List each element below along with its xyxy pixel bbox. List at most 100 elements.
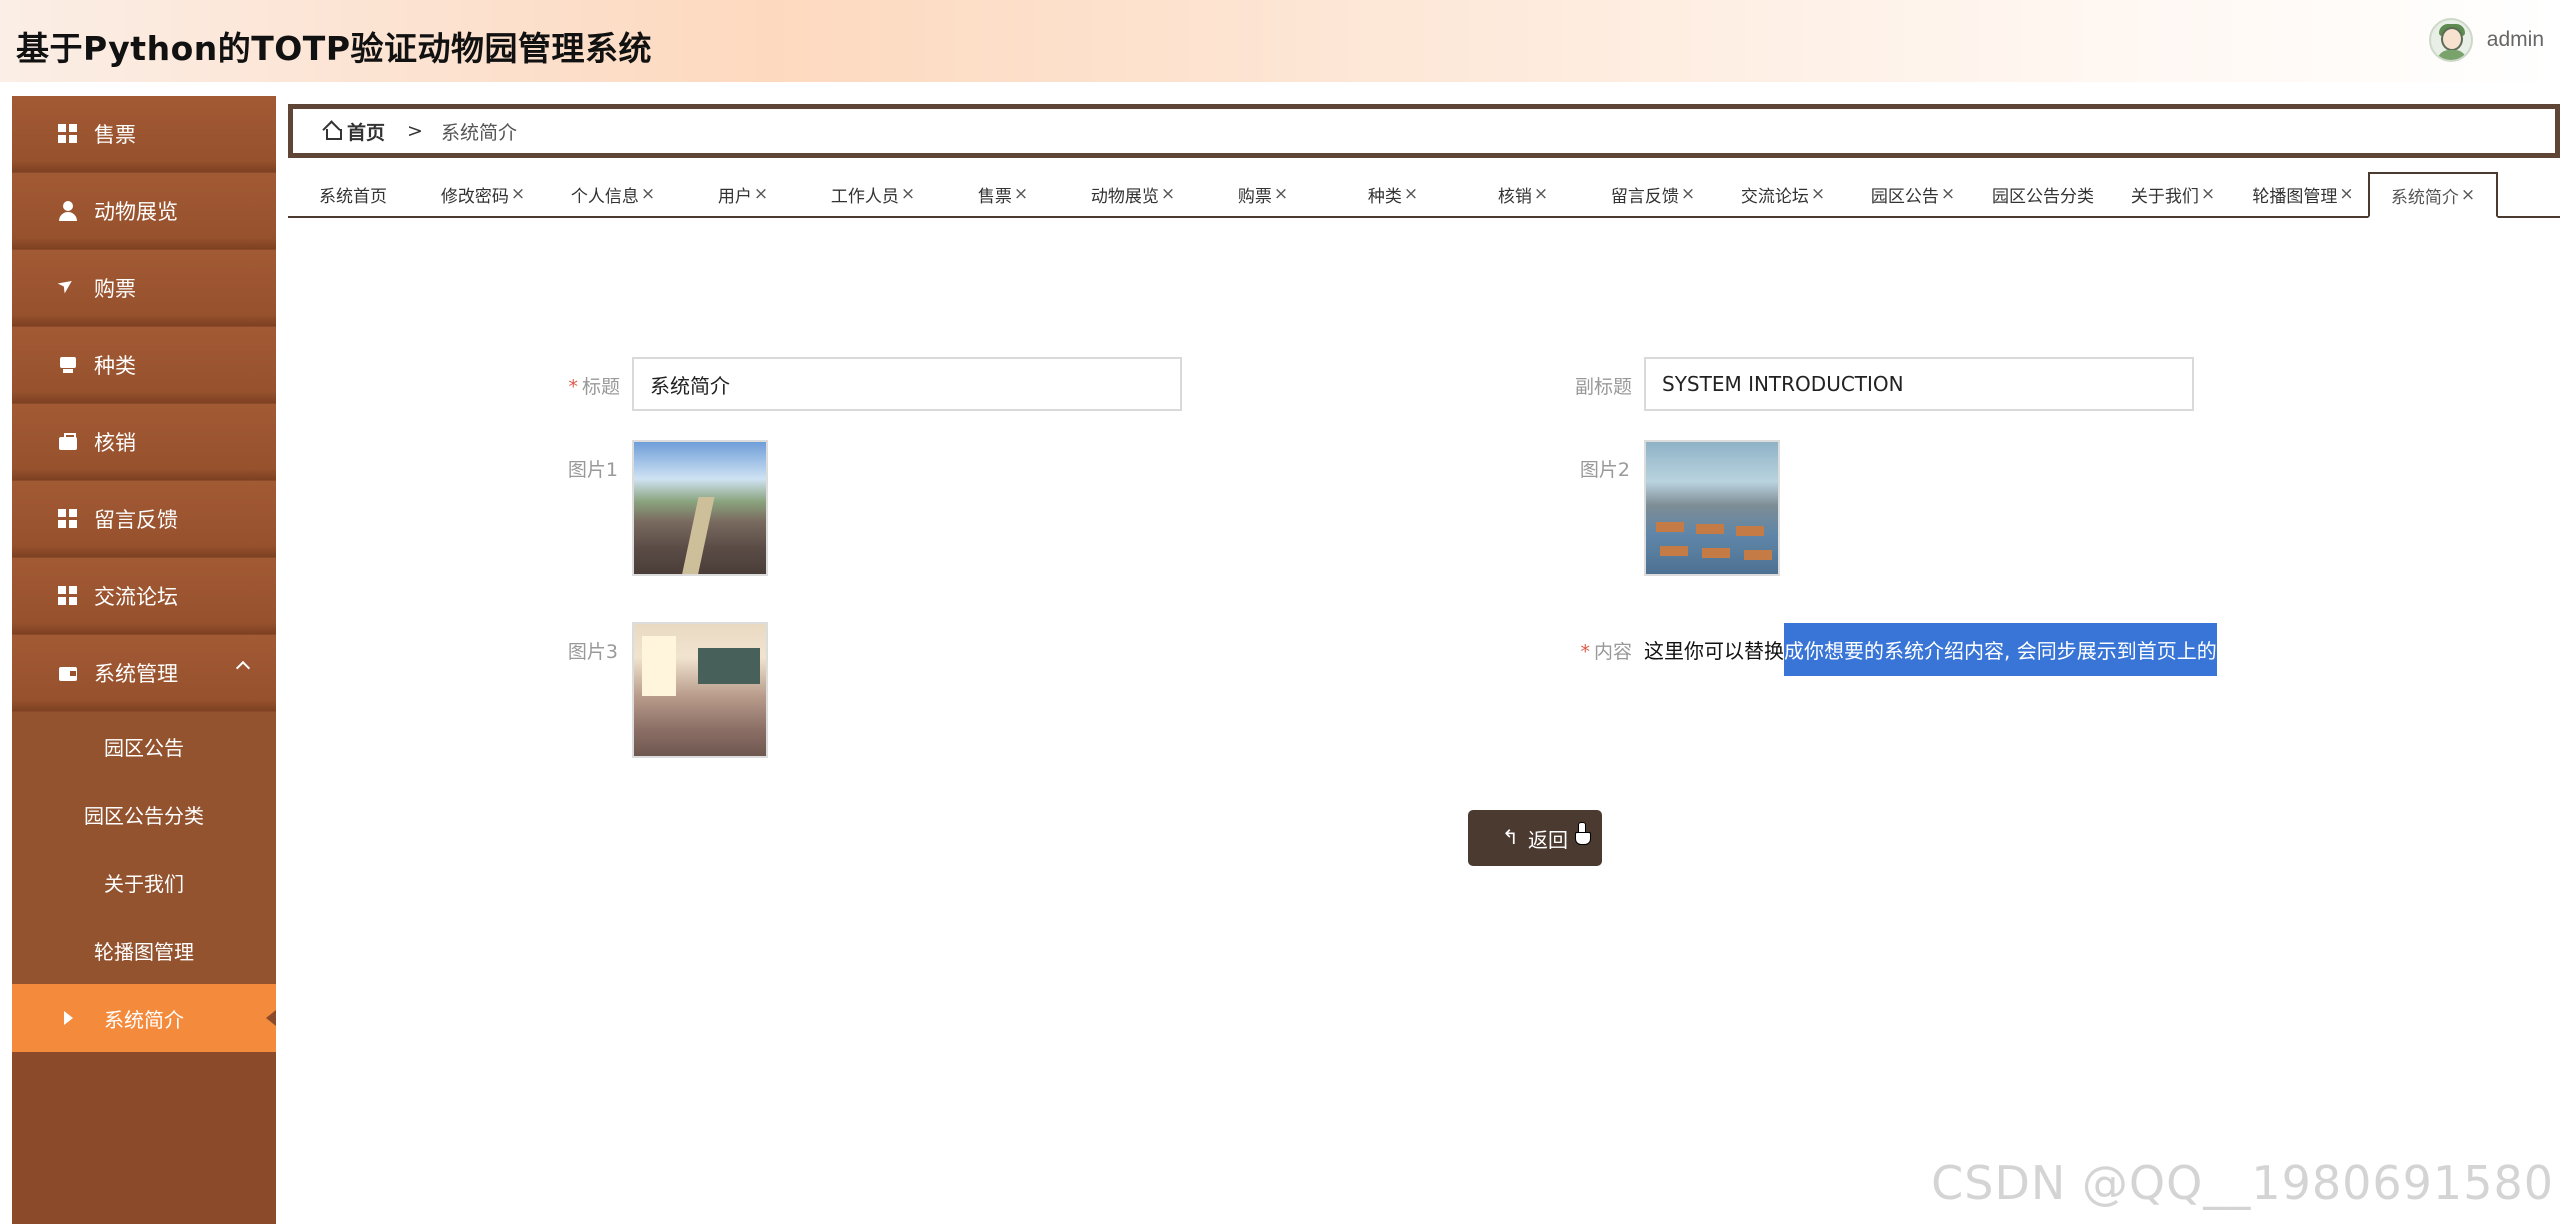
tab-item[interactable]: 轮播图管理 × bbox=[2238, 172, 2368, 216]
close-icon[interactable]: × bbox=[901, 184, 915, 204]
tab-label: 售票 bbox=[977, 186, 1012, 207]
wallet-icon bbox=[58, 663, 78, 683]
tab-label: 轮播图管理 bbox=[2252, 186, 2338, 207]
tab-label: 留言反馈 bbox=[1610, 186, 1679, 207]
image3-thumbnail[interactable] bbox=[632, 622, 768, 758]
tab-item[interactable]: 交流论坛 × bbox=[1718, 172, 1848, 216]
avatar[interactable] bbox=[2428, 18, 2473, 62]
tab-item[interactable]: 工作人员 × bbox=[808, 172, 938, 216]
sidebar-item-label: 交流论坛 bbox=[94, 585, 178, 609]
sidebar-item-animal-exhibition[interactable]: 动物展览 bbox=[12, 173, 276, 249]
grid-icon bbox=[58, 124, 78, 144]
sidebar-subitem-carousel[interactable]: 轮播图管理 bbox=[12, 916, 276, 984]
sidebar-subitem-label: 系统简介 bbox=[104, 1007, 184, 1032]
app-title: 基于Python的TOTP验证动物园管理系统 bbox=[16, 29, 653, 68]
grid-icon bbox=[58, 586, 78, 606]
tab-item[interactable]: 系统首页 bbox=[288, 172, 418, 216]
tab-item[interactable]: 园区公告 × bbox=[1848, 172, 1978, 216]
content-selected-text: 成你想要的系统介绍内容, 会同步展示到首页上的 bbox=[1784, 622, 2217, 676]
chevron-up-icon bbox=[235, 660, 251, 676]
tab-item[interactable]: 修改密码 × bbox=[418, 172, 548, 216]
close-icon[interactable]: × bbox=[641, 184, 655, 204]
sidebar-subitem-system-intro[interactable]: 系统简介 bbox=[12, 984, 276, 1052]
close-icon[interactable]: × bbox=[1404, 184, 1418, 204]
sidebar-item-ticket-sales[interactable]: 售票 bbox=[12, 96, 276, 172]
tab-label: 交流论坛 bbox=[1740, 186, 1809, 207]
tab-item[interactable]: 系统简介 × bbox=[2368, 172, 2498, 218]
breadcrumb-home[interactable]: 首页 bbox=[347, 118, 385, 145]
close-icon[interactable]: × bbox=[2201, 184, 2215, 204]
grid-icon bbox=[58, 509, 78, 529]
image1-thumbnail[interactable] bbox=[632, 440, 768, 576]
user-icon bbox=[58, 201, 78, 221]
tab-label: 修改密码 bbox=[440, 186, 509, 207]
sidebar-item-label: 动物展览 bbox=[94, 200, 178, 224]
close-icon[interactable]: × bbox=[1811, 184, 1825, 204]
tab-item[interactable]: 关于我们 × bbox=[2108, 172, 2238, 216]
box-icon bbox=[58, 355, 78, 375]
breadcrumb-separator: > bbox=[407, 120, 423, 142]
close-icon[interactable]: × bbox=[1274, 184, 1288, 204]
content-text: 这里你可以替换 bbox=[1644, 638, 1784, 663]
hand-cursor-icon bbox=[1574, 822, 1591, 845]
home-icon[interactable] bbox=[323, 123, 342, 140]
briefcase-icon bbox=[58, 432, 78, 452]
close-icon[interactable]: × bbox=[1681, 184, 1695, 204]
close-icon[interactable]: × bbox=[1161, 184, 1175, 204]
sidebar-item-label: 核销 bbox=[94, 431, 136, 455]
subtitle-field[interactable]: SYSTEM INTRODUCTION bbox=[1644, 357, 2194, 411]
tab-item[interactable]: 种类 × bbox=[1328, 172, 1458, 216]
sidebar-item-species[interactable]: 种类 bbox=[12, 327, 276, 403]
close-icon[interactable]: × bbox=[511, 184, 525, 204]
image2-thumbnail[interactable] bbox=[1644, 440, 1780, 576]
sidebar-subitem-park-notice[interactable]: 园区公告 bbox=[12, 712, 276, 780]
tab-label: 工作人员 bbox=[830, 186, 899, 207]
tab-item[interactable]: 核销 × bbox=[1458, 172, 1588, 216]
caret-right-icon bbox=[64, 1011, 73, 1025]
tab-label: 园区公告分类 bbox=[1992, 186, 2094, 207]
tab-item[interactable]: 动物展览 × bbox=[1068, 172, 1198, 216]
undo-icon bbox=[1502, 825, 1519, 849]
tab-label: 用户 bbox=[717, 186, 752, 207]
user-menu[interactable]: admin bbox=[2428, 18, 2544, 62]
sidebar-item-feedback[interactable]: 留言反馈 bbox=[12, 481, 276, 557]
close-icon[interactable]: × bbox=[1014, 184, 1028, 204]
sidebar-subitem-notice-category[interactable]: 园区公告分类 bbox=[12, 780, 276, 848]
image3-label: 图片3 bbox=[567, 641, 618, 663]
close-icon[interactable]: × bbox=[754, 184, 768, 204]
sidebar-item-system-management[interactable]: 系统管理 bbox=[12, 635, 276, 711]
tab-label: 购票 bbox=[1237, 186, 1272, 207]
sidebar-subitem-about-us[interactable]: 关于我们 bbox=[12, 848, 276, 916]
tab-label: 系统简介 bbox=[2390, 187, 2459, 208]
system-management-submenu: 园区公告 园区公告分类 关于我们 轮播图管理 系统简介 bbox=[12, 712, 276, 1052]
tab-item[interactable]: 售票 × bbox=[938, 172, 1068, 216]
sidebar-item-buy-ticket[interactable]: 购票 bbox=[12, 250, 276, 326]
tab-item[interactable]: 园区公告分类 bbox=[1978, 172, 2108, 216]
content-editor[interactable]: 这里你可以替换 成你想要的系统介绍内容, 会同步展示到首页上的 bbox=[1644, 622, 2217, 676]
tab-item[interactable]: 个人信息 × bbox=[548, 172, 678, 216]
title-label: * 标题 bbox=[568, 376, 620, 398]
tab-label: 动物展览 bbox=[1090, 186, 1159, 207]
tab-label: 核销 bbox=[1497, 186, 1532, 207]
sidebar-item-label: 种类 bbox=[94, 354, 136, 378]
back-button-label: 返回 bbox=[1528, 827, 1568, 852]
username[interactable]: admin bbox=[2487, 28, 2544, 52]
tab-bar: 系统首页 修改密码 × 个人信息 × 用户 × 工作人员 × 售票 × 动物展览 × 购票 × 种类 × 核销 × 留… bbox=[288, 172, 2560, 218]
tab-item[interactable]: 购票 × bbox=[1198, 172, 1328, 216]
tab-label: 个人信息 bbox=[570, 186, 639, 207]
close-icon[interactable]: × bbox=[2461, 185, 2475, 205]
close-icon[interactable]: × bbox=[2339, 184, 2353, 204]
active-indicator bbox=[266, 1010, 276, 1026]
tab-item[interactable]: 留言反馈 × bbox=[1588, 172, 1718, 216]
tab-item[interactable]: 用户 × bbox=[678, 172, 808, 216]
content-label: * 内容 bbox=[1580, 641, 1632, 663]
sidebar-item-label: 留言反馈 bbox=[94, 508, 178, 532]
title-field[interactable]: 系统简介 bbox=[632, 357, 1182, 411]
tab-label: 系统首页 bbox=[319, 186, 387, 207]
send-icon bbox=[58, 278, 78, 298]
close-icon[interactable]: × bbox=[1941, 184, 1955, 204]
sidebar-item-forum[interactable]: 交流论坛 bbox=[12, 558, 276, 634]
close-icon[interactable]: × bbox=[1534, 184, 1548, 204]
top-header: 基于Python的TOTP验证动物园管理系统 admin bbox=[0, 0, 2560, 82]
sidebar-item-verification[interactable]: 核销 bbox=[12, 404, 276, 480]
